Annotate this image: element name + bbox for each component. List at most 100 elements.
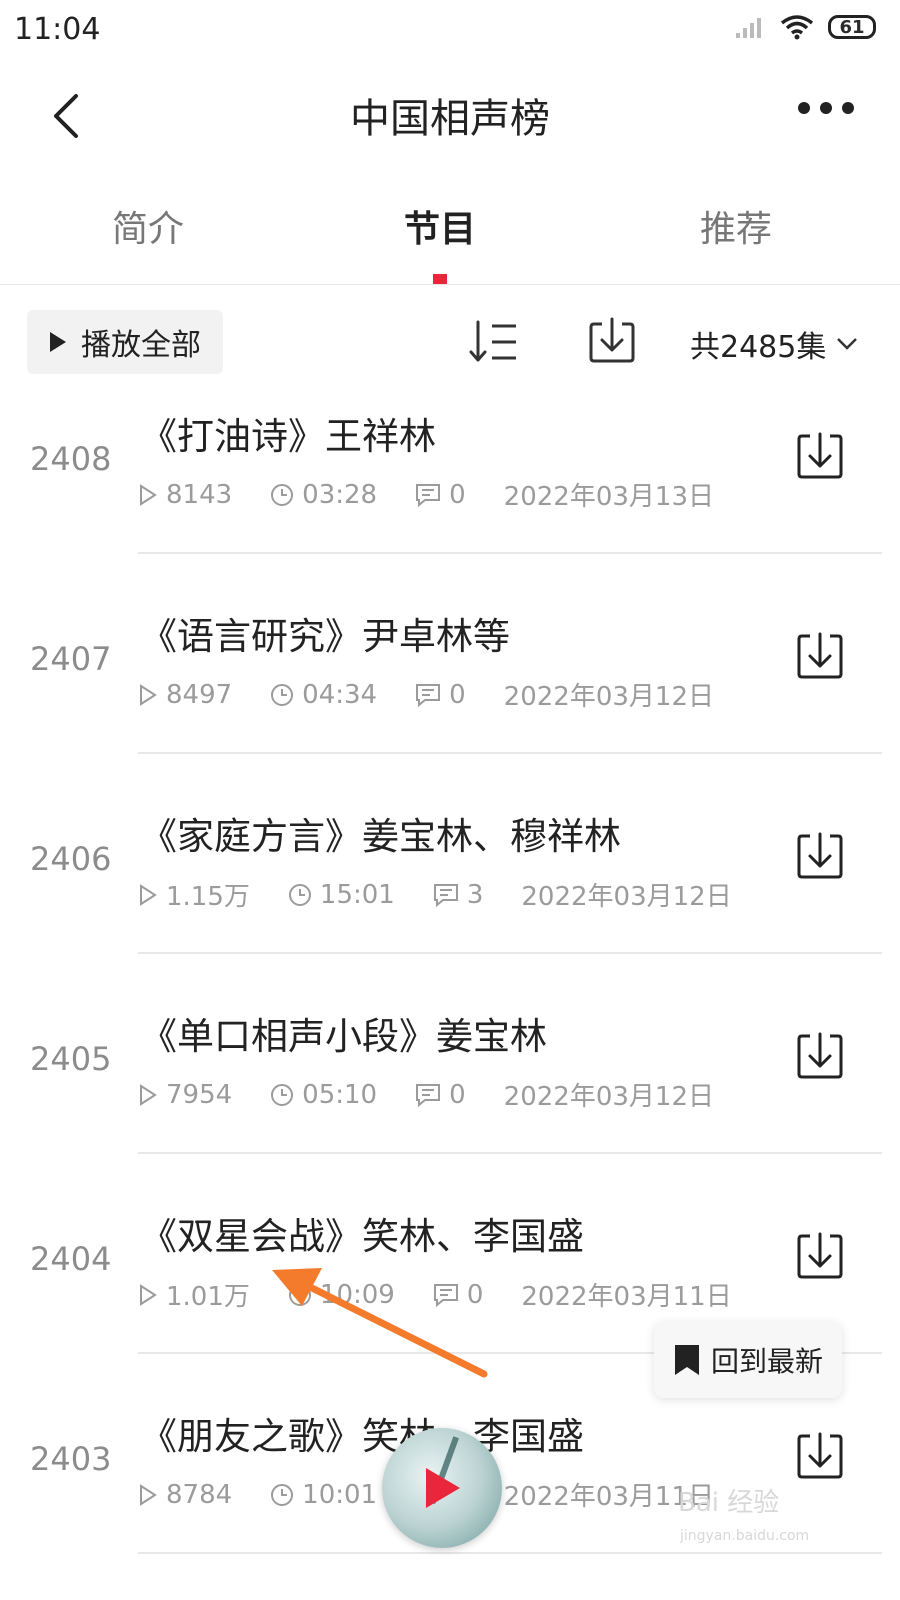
episode-row[interactable]: 2406 《家庭方言》姜宝林、穆祥林 1.15万 15:01 3 2022年03… [0,800,900,1000]
comment-icon [433,883,458,907]
episode-title[interactable]: 《家庭方言》姜宝林、穆祥林 [140,806,621,860]
tab-bar: 简介 节目 推荐 [0,180,900,285]
publish-date: 2022年03月13日 [503,482,714,512]
list-toolbar: 播放全部 共2485集 [0,300,900,390]
tab-indicator [433,274,447,284]
play-count: 7954 [166,1079,233,1110]
row-divider [138,752,882,754]
play-count-icon [140,883,157,906]
download-icon[interactable] [796,432,844,480]
episode-number: 2408 [30,440,112,478]
sort-icon[interactable] [468,318,520,366]
tab-episodes[interactable]: 节目 [350,200,530,252]
tab-recommend[interactable]: 推荐 [646,200,826,252]
clock-icon [288,883,311,906]
clock-icon [271,483,294,506]
episode-title[interactable]: 《打油诗》王祥林 [140,406,436,460]
more-options-button[interactable] [798,102,854,114]
publish-date: 2022年03月12日 [503,682,714,712]
play-count: 1.01万 [166,1282,250,1312]
episode-meta: 1.01万 10:09 0 2022年03月11日 [138,1276,732,1313]
episode-title[interactable]: 《单口相声小段》姜宝林 [140,1006,547,1060]
play-count: 8143 [166,479,233,510]
play-count: 8497 [166,679,233,710]
tab-intro[interactable]: 简介 [58,200,238,252]
status-icons: 61 [734,14,876,40]
comment-icon [416,1083,441,1107]
battery-level: 61 [839,16,865,38]
episode-number: 2403 [30,1440,112,1478]
episode-meta: 7954 05:10 0 2022年03月12日 [138,1076,714,1113]
episode-count: 共2485集 [690,330,827,365]
download-icon[interactable] [796,1032,844,1080]
back-to-latest-label: 回到最新 [710,1345,823,1378]
bookmark-icon [674,1345,699,1375]
episode-meta: 1.15万 15:01 3 2022年03月12日 [138,876,732,913]
header: 中国相声榜 [0,62,900,166]
download-icon[interactable] [796,1432,844,1480]
play-count-icon [140,483,157,506]
play-count-icon [140,683,157,706]
play-icon [426,1468,460,1508]
play-count-icon [140,1083,157,1106]
clock-icon [271,683,294,706]
signal-icon [736,18,761,38]
clock-icon [271,1083,294,1106]
play-count-icon [140,1283,157,1306]
episode-number: 2407 [30,640,112,678]
download-icon[interactable] [796,1232,844,1280]
duration: 10:01 [302,1479,378,1510]
status-bar: 11:04 61 [0,0,900,62]
duration: 04:34 [302,679,378,710]
publish-date: 2022年03月11日 [521,1282,732,1312]
episode-title[interactable]: 《朋友之歌》笑林、李国盛 [140,1406,584,1460]
comment-count: 3 [466,879,484,910]
clock-icon [288,1283,311,1306]
more-dots-icon [798,102,810,114]
status-time: 11:04 [14,12,101,47]
chevron-down-icon [837,338,858,350]
publish-date: 2022年03月12日 [503,1082,714,1112]
duration: 10:09 [319,1279,395,1310]
comment-count: 0 [449,1079,466,1110]
watermark-url: jingyan.baidu.com [680,1528,810,1544]
download-icon[interactable] [796,832,844,880]
episode-row[interactable]: 2405 《单口相声小段》姜宝林 7954 05:10 0 2022年03月12… [0,1000,900,1200]
play-count: 1.15万 [166,882,250,912]
row-divider [138,552,882,554]
row-divider [138,1152,882,1154]
episode-row[interactable]: 2407 《语言研究》尹卓林等 8497 04:34 0 2022年03月12日 [0,600,900,800]
play-count: 8784 [166,1479,233,1510]
row-divider [138,952,882,954]
duration: 05:10 [302,1079,378,1110]
wifi-icon [780,15,814,40]
episode-title[interactable]: 《双星会战》笑林、李国盛 [140,1206,584,1260]
mini-player-button[interactable] [382,1428,502,1548]
comment-count: 0 [449,679,466,710]
battery-icon: 61 [828,15,876,39]
episode-meta: 8497 04:34 0 2022年03月12日 [138,676,714,713]
episode-title[interactable]: 《语言研究》尹卓林等 [140,606,510,660]
download-icon[interactable] [796,632,844,680]
episode-meta: 8143 03:28 0 2022年03月13日 [138,476,714,513]
back-to-latest-button[interactable]: 回到最新 [654,1322,842,1398]
comment-icon [433,1283,458,1307]
row-divider [138,1552,882,1554]
watermark: Bai 经验 [678,1488,780,1518]
comment-icon [416,483,441,507]
page-title: 中国相声榜 [350,96,550,142]
comment-icon [416,683,441,707]
episode-row[interactable]: 2408 《打油诗》王祥林 8143 03:28 0 2022年03月13日 [0,400,900,600]
episode-number: 2404 [30,1240,112,1278]
clock-icon [271,1483,294,1506]
duration: 15:01 [319,879,395,910]
episode-number: 2405 [30,1040,112,1078]
publish-date: 2022年03月12日 [521,882,732,912]
duration: 03:28 [302,479,378,510]
comment-count: 0 [449,479,466,510]
play-all-label: 播放全部 [81,328,201,363]
episode-count-selector[interactable]: 共2485集 [690,322,858,366]
play-all-button[interactable]: 播放全部 [27,310,223,374]
play-count-icon [140,1483,157,1506]
download-all-icon[interactable] [588,316,636,364]
